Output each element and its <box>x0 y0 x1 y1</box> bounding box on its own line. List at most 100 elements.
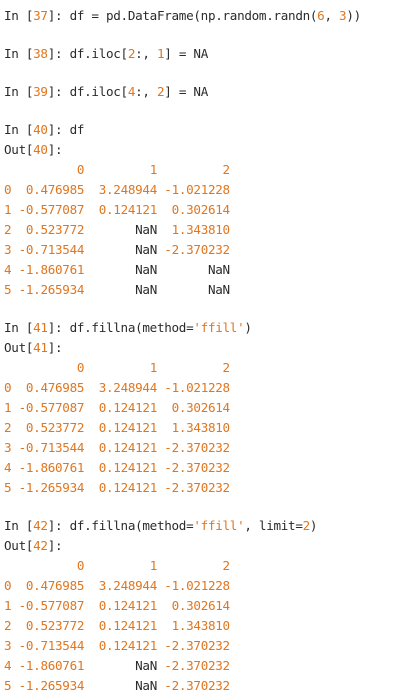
cell-value: 0.523772 <box>25 618 85 633</box>
output-prompt-41: Out[41]: <box>4 338 400 358</box>
cell-value: -1.860761 <box>18 460 85 475</box>
row-index: 4 <box>4 658 12 673</box>
out-prompt-prefix: Out[ <box>4 538 34 553</box>
cell-value: 0.124121 <box>98 480 158 495</box>
input-line-41[interactable]: In [41]: df.fillna(method='ffill') <box>4 318 400 338</box>
in-prompt-suffix: ]: <box>47 320 70 335</box>
cell-value: 1.343810 <box>171 222 231 237</box>
in-prompt-suffix: ]: <box>47 8 70 23</box>
in-prompt-number: 39 <box>33 84 48 99</box>
code-token: ] = NA <box>164 84 208 99</box>
input-line-37[interactable]: In [37]: df = pd.DataFrame(np.random.ran… <box>4 6 400 26</box>
cell-value: -1.021228 <box>164 182 230 197</box>
input-line-42[interactable]: In [42]: df.fillna(method='ffill', limit… <box>4 516 400 536</box>
row-index: 1 <box>4 202 12 217</box>
dataframe-row: 3 -0.713544 0.124121 -2.370232 <box>4 438 400 458</box>
code-token: df = pd.DataFrame(np.random.randn( <box>69 8 318 23</box>
dataframe-row: 4 -1.860761 NaN -2.370232 <box>4 656 400 676</box>
code-token: ) <box>244 320 252 335</box>
dataframe-row: 2 0.523772 NaN 1.343810 <box>4 220 400 240</box>
row-index: 4 <box>4 262 12 277</box>
cell-value: 0.124121 <box>98 420 158 435</box>
cell-value: -2.370232 <box>164 242 230 257</box>
cell-value: NaN <box>135 262 157 277</box>
dataframe-row: 3 -0.713544 0.124121 -2.370232 <box>4 636 400 656</box>
in-prompt-number: 38 <box>33 46 48 61</box>
dataframe-row: 0 0.476985 3.248944 -1.021228 <box>4 378 400 398</box>
cell-value: -1.021228 <box>164 380 230 395</box>
cell-value: NaN <box>135 222 157 237</box>
dataframe-row: 0 0.476985 3.248944 -1.021228 <box>4 180 400 200</box>
cell-value: 0.302614 <box>171 400 231 415</box>
code-token: , limit= <box>244 518 303 533</box>
cell-value: -0.713544 <box>18 440 85 455</box>
cell-value: NaN <box>207 262 230 277</box>
code-token: , <box>324 8 340 23</box>
in-prompt-number: 40 <box>33 122 48 137</box>
in-prompt-prefix: In [ <box>4 518 34 533</box>
cell-value: 0.302614 <box>171 598 231 613</box>
row-index: 2 <box>4 618 12 633</box>
cell-value: 0.124121 <box>98 202 158 217</box>
column-header: 0 <box>76 558 85 573</box>
cell-value: 3.248944 <box>98 182 158 197</box>
cell-value: NaN <box>135 242 157 257</box>
dataframe-row: 1 -0.577087 0.124121 0.302614 <box>4 398 400 418</box>
output-prompt-40: Out[40]: <box>4 140 400 160</box>
column-header: 2 <box>222 360 231 375</box>
cell-value: -1.265934 <box>18 282 85 297</box>
cell-value: -0.577087 <box>18 202 85 217</box>
input-line-38[interactable]: In [38]: df.iloc[2:, 1] = NA <box>4 44 400 64</box>
cell-value: 3.248944 <box>98 380 158 395</box>
cell-value: -2.370232 <box>164 460 230 475</box>
in-prompt-suffix: ]: <box>47 518 70 533</box>
cell-value: 0.124121 <box>98 400 158 415</box>
out-prompt-number: 40 <box>33 142 48 157</box>
column-header: 0 <box>76 162 85 177</box>
cell-value: 0.124121 <box>98 598 158 613</box>
cell-value: 0.476985 <box>25 380 85 395</box>
out-prompt-suffix: ]: <box>47 340 63 355</box>
code-token: df.iloc[ <box>69 46 129 61</box>
cell-value: -1.860761 <box>18 262 85 277</box>
cell-value: NaN <box>135 282 157 297</box>
input-line-40[interactable]: In [40]: df <box>4 120 400 140</box>
code-token: 'ffill' <box>193 518 245 533</box>
row-index: 1 <box>4 400 12 415</box>
column-header: 0 <box>76 360 85 375</box>
cell-value: 0.523772 <box>25 420 85 435</box>
row-index: 2 <box>4 420 12 435</box>
cell-value: -1.265934 <box>18 678 85 693</box>
dataframe-row: 1 -0.577087 0.124121 0.302614 <box>4 596 400 616</box>
cell-value: 1.343810 <box>171 618 231 633</box>
input-line-39[interactable]: In [39]: df.iloc[4:, 2] = NA <box>4 82 400 102</box>
in-prompt-prefix: In [ <box>4 84 34 99</box>
in-prompt-number: 37 <box>33 8 48 23</box>
ipython-console: In [ 37]: df = pd.DataFrame(np.random.ran… <box>4 6 400 696</box>
row-index: 0 <box>4 578 12 593</box>
dataframe-row: 2 0.523772 0.124121 1.343810 <box>4 616 400 636</box>
in-prompt-number: 42 <box>33 518 48 533</box>
code-token: 2 <box>302 518 311 533</box>
cell-value: -1.021228 <box>164 578 230 593</box>
dataframe-row: 4 -1.860761 0.124121 -2.370232 <box>4 458 400 478</box>
row-index: 0 <box>4 380 12 395</box>
dataframe-row: 3 -0.713544 NaN -2.370232 <box>4 240 400 260</box>
out-prompt-number: 42 <box>33 538 48 553</box>
out-prompt-prefix: Out[ <box>4 142 34 157</box>
row-index: 5 <box>4 678 12 693</box>
dataframe-row: 5 -1.265934 NaN NaN <box>4 280 400 300</box>
cell-value: -2.370232 <box>164 480 230 495</box>
dataframe-header: 0 1 2 <box>4 160 400 180</box>
column-header: 1 <box>149 360 158 375</box>
code-token: df.fillna(method= <box>69 320 194 335</box>
row-index: 4 <box>4 460 12 475</box>
cell-value: -2.370232 <box>164 638 230 653</box>
in-prompt-prefix: In [ <box>4 46 34 61</box>
code-token: 'ffill' <box>193 320 245 335</box>
cell-value: 0.124121 <box>98 440 158 455</box>
dataframe-row: 5 -1.265934 0.124121 -2.370232 <box>4 478 400 498</box>
code-token: df.fillna(method= <box>69 518 194 533</box>
